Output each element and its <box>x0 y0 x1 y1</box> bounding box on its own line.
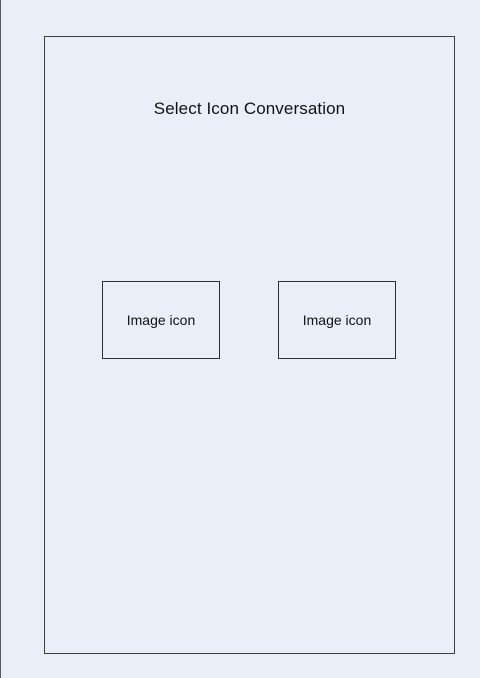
page-title: Select Icon Conversation <box>153 99 346 118</box>
image-icon-option-2[interactable]: Image icon <box>278 281 396 359</box>
page: Select Icon Conversation Image icon Imag… <box>0 0 480 678</box>
image-icon-label-1: Image icon <box>126 312 196 328</box>
image-icon-option-1[interactable]: Image icon <box>102 281 220 359</box>
screen-frame: Select Icon Conversation Image icon Imag… <box>44 36 455 654</box>
image-icon-label-2: Image icon <box>302 312 372 328</box>
